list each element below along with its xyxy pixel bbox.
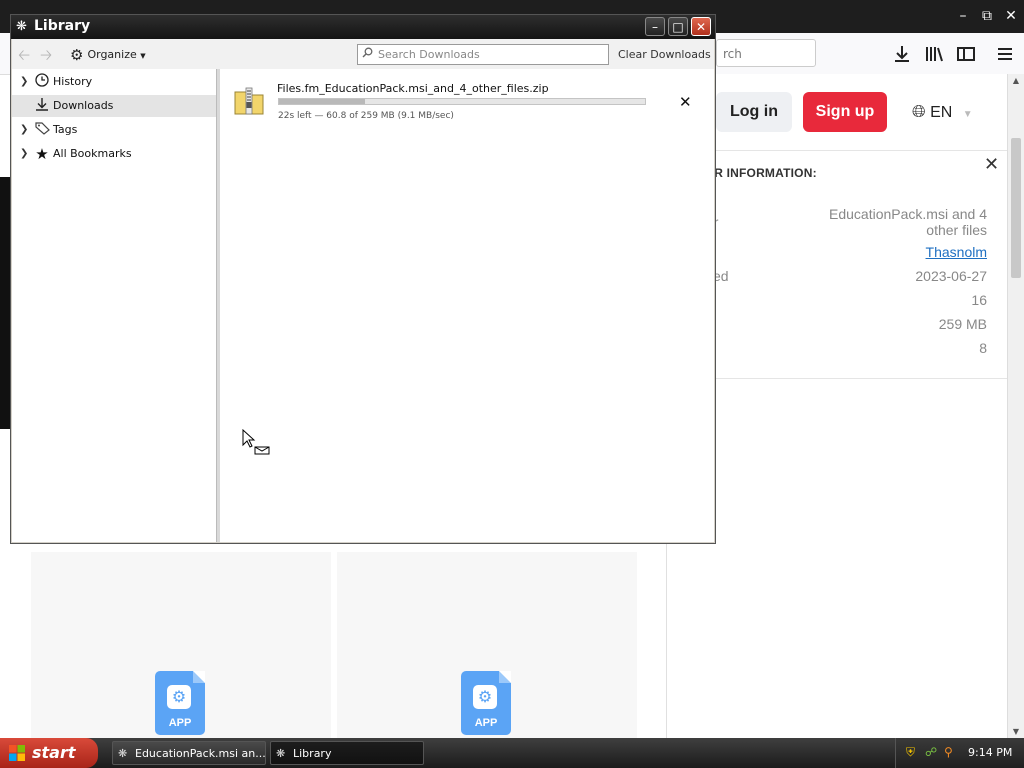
info-value: EducationPack.msi and 4 other files (829, 206, 987, 238)
library-titlebar[interactable] (11, 15, 715, 39)
gear-icon: ⚙ (167, 685, 191, 709)
organize-button[interactable]: ⚙ Organize ▼ (70, 46, 146, 64)
start-button[interactable]: start (0, 738, 98, 768)
sidebar-icon[interactable] (955, 43, 977, 65)
search-downloads-input[interactable]: Search Downloads (357, 44, 609, 65)
download-progress-bar (278, 98, 646, 105)
sidebar-item-history[interactable]: ❯ History (12, 71, 216, 93)
library-icon[interactable] (923, 43, 945, 65)
info-value: 2023-06-27 (915, 268, 987, 284)
cancel-download-icon[interactable]: ✕ (679, 93, 692, 111)
taskbar-item-library[interactable]: ❋ Library (270, 741, 424, 765)
minimize-icon[interactable]: – (645, 17, 665, 36)
sidebar-item-label: Tags (53, 123, 78, 136)
download-progress-fill (279, 99, 365, 104)
app-label: APP (168, 717, 192, 729)
download-filename[interactable]: Files.fm_EducationPack.msi_and_4_other_f… (277, 82, 549, 95)
info-row-files: s 8 (706, 340, 987, 358)
search-icon (362, 47, 373, 61)
clear-downloads-button[interactable]: Clear Downloads (618, 48, 711, 61)
maximize-icon[interactable]: □ (668, 17, 688, 36)
star-icon: ★ (35, 145, 49, 163)
window-title: Library (34, 18, 91, 34)
download-status: 22s left — 60.8 of 259 MB (9.1 MB/sec) (278, 111, 454, 121)
info-value: 16 (971, 292, 987, 308)
firefox-icon: ❋ (118, 747, 128, 760)
app-label: APP (474, 717, 498, 729)
taskbar-item-label: EducationPack.msi an... (135, 747, 266, 760)
clock: 9:14 PM (968, 746, 1013, 759)
chevron-down-icon: ▼ (140, 52, 146, 60)
sidebar-item-label: History (53, 75, 93, 88)
organize-label: Organize (87, 48, 137, 61)
gear-icon: ⚙ (70, 46, 84, 64)
firefox-icon: ❋ (16, 19, 27, 34)
taskbar-item-browser[interactable]: ❋ EducationPack.msi an... (112, 741, 266, 765)
scrollbar-thumb[interactable] (1011, 138, 1021, 278)
page-scrollbar[interactable]: ▲ ▼ (1007, 74, 1024, 738)
close-icon[interactable]: ✕ (691, 17, 711, 36)
sidebar-item-downloads[interactable]: Downloads (12, 95, 216, 117)
windows-logo-icon (9, 745, 25, 761)
sidebar-item-tags[interactable]: ❯ Tags (12, 119, 216, 141)
globe-icon: 🌐︎ (912, 102, 926, 121)
restore-icon[interactable]: ⧉ (977, 7, 997, 25)
sidebar-item-label: Downloads (53, 99, 114, 112)
forward-arrow-icon[interactable]: 🡢 (40, 45, 52, 70)
file-card[interactable]: ⚙ APP (31, 552, 331, 738)
back-arrow-icon[interactable]: 🡠 (18, 45, 30, 70)
file-info-title: ER INFORMATION: (706, 166, 817, 180)
clock-icon (34, 71, 50, 93)
taskbar-item-label: Library (293, 747, 332, 760)
tag-icon (34, 119, 50, 141)
minimize-icon[interactable]: – (953, 7, 973, 25)
scroll-down-icon[interactable]: ▼ (1011, 727, 1021, 736)
mouse-cursor-icon (242, 428, 272, 460)
firefox-icon: ❋ (276, 747, 286, 760)
search-icon[interactable]: ⚲ (944, 745, 953, 759)
sidebar-item-label: All Bookmarks (53, 147, 132, 160)
info-row-modified: fied 2023-06-27 (706, 268, 987, 286)
gear-icon: ⚙ (473, 685, 497, 709)
info-value: 8 (979, 340, 987, 356)
language-label: EN (930, 104, 953, 121)
info-row-name: er EducationPack.msi and 4 other files (706, 206, 987, 240)
app-file-icon: ⚙ APP (155, 671, 205, 735)
info-row-owner: Thasnolm (706, 244, 987, 262)
chevron-right-icon[interactable]: ❯ (20, 143, 28, 165)
language-selector[interactable]: 🌐︎ EN ▼ (912, 100, 973, 124)
app-file-icon: ⚙ APP (461, 671, 511, 735)
zip-file-icon (233, 86, 265, 116)
close-icon[interactable]: ✕ (984, 154, 999, 175)
start-label: start (32, 743, 76, 762)
shield-icon[interactable]: ⛨ (906, 745, 915, 760)
close-icon[interactable]: ✕ (1001, 7, 1021, 25)
info-value: 259 MB (938, 316, 987, 332)
page-dark-strip (0, 177, 10, 429)
download-icon (34, 95, 50, 117)
scroll-up-icon[interactable]: ▲ (1011, 76, 1021, 85)
owner-link[interactable]: Thasnolm (926, 244, 987, 260)
info-row-count: t 16 (706, 292, 987, 310)
chevron-right-icon[interactable]: ❯ (20, 71, 28, 93)
sidebar-item-all-bookmarks[interactable]: ❯ ★ All Bookmarks (12, 143, 216, 165)
signup-button[interactable]: Sign up (803, 92, 887, 132)
info-row-size: 259 MB (706, 316, 987, 334)
menu-icon[interactable] (994, 43, 1016, 65)
login-button[interactable]: Log in (716, 92, 792, 132)
network-icon[interactable]: ☍ (925, 745, 937, 759)
chevron-right-icon[interactable]: ❯ (20, 119, 28, 141)
downloads-icon[interactable] (891, 43, 913, 65)
downloads-list (220, 69, 714, 542)
file-card[interactable]: ⚙ APP (337, 552, 637, 738)
divider (666, 378, 1007, 379)
browser-search-input[interactable]: rch (716, 39, 816, 67)
chevron-down-icon: ▼ (962, 109, 973, 120)
